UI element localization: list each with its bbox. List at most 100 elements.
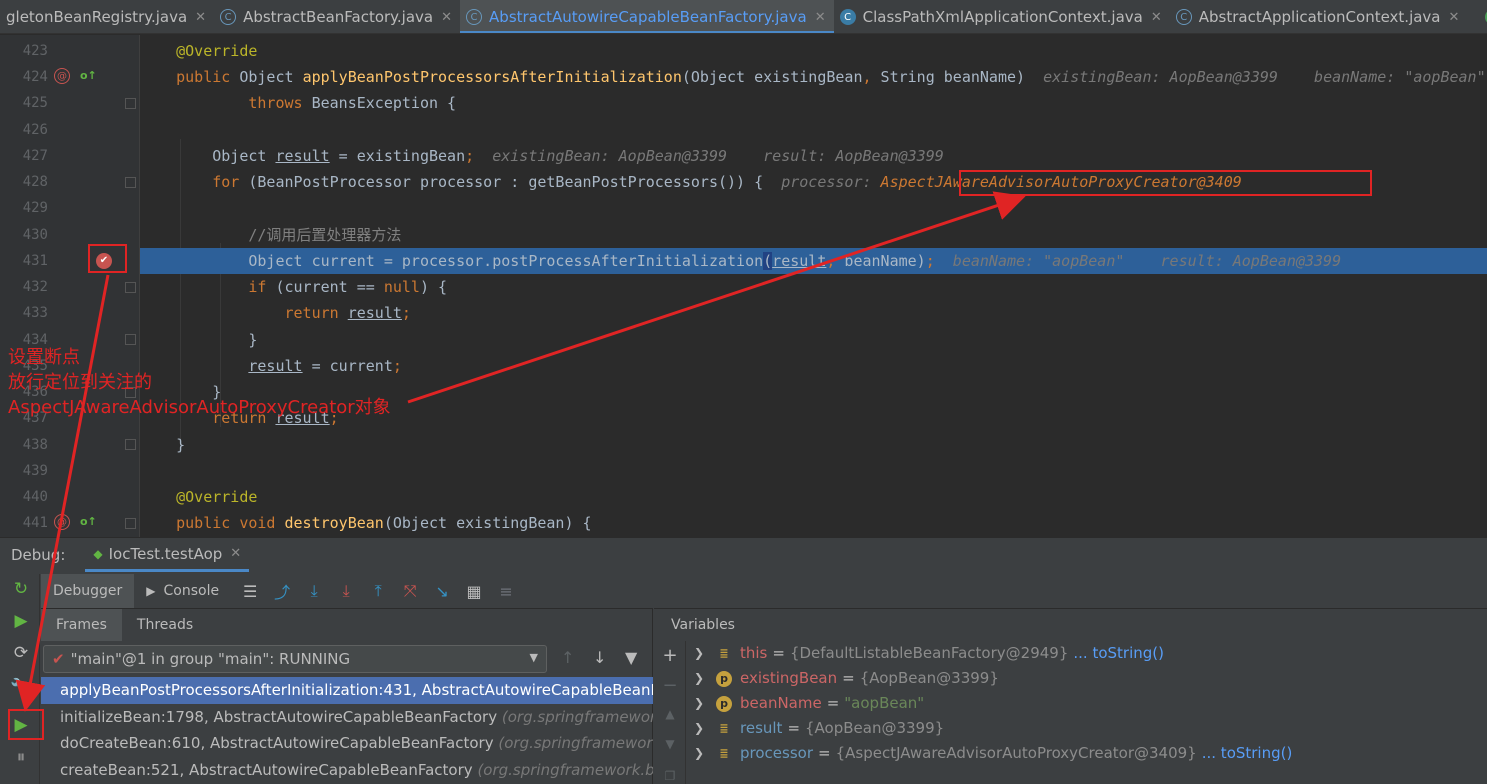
check-icon: ✔ (52, 650, 65, 668)
frames-tabs: Frames Threads (41, 609, 652, 641)
debug-header: Debug: ◆ IocTest.testAop ✕ (0, 538, 1487, 572)
frame-row[interactable]: doCreateBean:610, AbstractAutowireCapabl… (41, 730, 653, 757)
variables-tree[interactable]: ❯ ≣ this = {DefaultListableBeanFactory@2… (694, 641, 1484, 766)
annotation-highlight-resume (8, 709, 44, 740)
expand-arrow-icon[interactable]: ❯ (694, 641, 716, 666)
close-icon[interactable]: ✕ (1449, 10, 1460, 25)
fold-marker-icon[interactable] (125, 98, 136, 109)
duplicate-icon[interactable]: ❐ (660, 769, 680, 783)
filter-icon[interactable]: ▼ (625, 648, 637, 667)
tab-abstract-application-context[interactable]: C AbstractApplicationContext.java ✕ (1170, 0, 1468, 33)
tab-threads[interactable]: Threads (122, 609, 208, 641)
close-icon[interactable]: ✕ (1151, 10, 1162, 25)
arrow-up-icon[interactable]: ↑ (561, 648, 574, 667)
drop-frame-icon[interactable]: ⤧ (397, 578, 423, 604)
code-line: public void destroyBean(Object existingB… (176, 514, 592, 532)
line-number: 440 (22, 489, 48, 505)
frame-row[interactable]: initializeBean:1798, AbstractAutowireCap… (41, 704, 653, 731)
tab-abstract-autowire-capable-bean-factory[interactable]: C AbstractAutowireCapableBeanFactory.jav… (460, 0, 834, 33)
step-out-icon[interactable]: ⤒ (365, 578, 391, 604)
tab-label: ClassPathXmlApplicationContext.java (862, 8, 1143, 26)
to-string-link[interactable]: ... toString() (1202, 741, 1293, 766)
implements-method-icon[interactable]: @ (54, 514, 70, 530)
variable-row[interactable]: ❯ ≣ processor = {AspectJAwareAdvisorAuto… (694, 741, 1484, 766)
thread-select[interactable]: ✔ "main"@1 in group "main": RUNNING ▼ (43, 645, 547, 673)
expand-arrow-icon[interactable]: ❯ (694, 691, 716, 716)
fold-marker-icon[interactable] (125, 282, 136, 293)
frame-package: (org.springframework.b (498, 734, 653, 752)
tab-classpath-xml-application-context[interactable]: C ClassPathXmlApplicationContext.java ✕ (834, 0, 1170, 33)
session-label: IocTest.testAop (108, 544, 223, 563)
close-icon[interactable]: ✕ (815, 10, 826, 25)
implements-method-icon[interactable]: @ (54, 68, 70, 84)
editor-gutter[interactable]: 423 424 425 426 427 428 429 430 431 432 … (0, 35, 140, 537)
evaluate-expression-icon[interactable]: ▦ (461, 578, 487, 604)
abstract-class-icon: C (220, 9, 237, 25)
trace-stream-icon[interactable]: ≡ (493, 578, 519, 604)
tab-label: Debugger (53, 583, 123, 599)
move-up-icon[interactable]: ▲ (660, 707, 680, 721)
frame-method: initializeBean:1798, AbstractAutowireCap… (60, 707, 498, 726)
code-line: throws BeansException { (248, 94, 457, 112)
parameter-icon: p (716, 670, 732, 687)
settings-icon[interactable]: 🔧 (10, 677, 32, 699)
arrow-down-icon[interactable]: ↓ (593, 648, 606, 667)
variable-name: result (740, 719, 783, 737)
step-over-icon[interactable]: ⤓ (301, 578, 327, 604)
tab-singleton-bean-registry[interactable]: gletonBeanRegistry.java ✕ (0, 0, 214, 33)
close-icon[interactable]: ✕ (441, 10, 452, 25)
overrides-method-icon[interactable]: o↑ (80, 514, 97, 530)
close-icon[interactable]: ✕ (230, 546, 241, 561)
equals-sign: = (842, 669, 855, 687)
fold-marker-icon[interactable] (125, 439, 136, 450)
console-icon: ▶ (146, 584, 156, 598)
show-execution-point-icon[interactable]: ⤴ (269, 578, 295, 604)
add-watch-icon[interactable]: + (660, 645, 680, 666)
variables-actions: + − ▲ ▼ ❐ (654, 641, 686, 784)
run-to-cursor-icon[interactable]: ↘ (429, 578, 455, 604)
variable-value: {AopBean@3399} (805, 719, 945, 737)
to-string-link[interactable]: ... toString() (1073, 641, 1164, 666)
fold-marker-icon[interactable] (125, 518, 136, 529)
fold-marker-icon[interactable] (125, 334, 136, 345)
tab-debugger[interactable]: Debugger (41, 574, 135, 608)
expand-arrow-icon[interactable]: ❯ (694, 741, 716, 766)
tab-abstract-bean-factory[interactable]: C AbstractBeanFactory.java ✕ (214, 0, 460, 33)
frames-list[interactable]: applyBeanPostProcessorsAfterInitializati… (41, 677, 653, 784)
frame-row[interactable]: applyBeanPostProcessorsAfterInitializati… (41, 677, 653, 704)
line-number: 429 (22, 200, 48, 216)
expand-arrow-icon[interactable]: ❯ (694, 666, 716, 691)
restore-layout-icon[interactable]: ⟳ (10, 642, 32, 664)
annotation-line: 设置断点 (8, 347, 80, 368)
debug-left-toolbar: ↻ ▶ ⟳ 🔧 ▶ ⏸ (0, 574, 40, 784)
code-area[interactable]: @Override public Object applyBeanPostPro… (140, 35, 1487, 537)
expand-arrow-icon[interactable]: ❯ (694, 716, 716, 741)
remove-watch-icon[interactable]: − (660, 675, 680, 696)
tab-frames[interactable]: Frames (41, 609, 122, 641)
tab-console[interactable]: ▶ Console (134, 574, 231, 608)
pause-icon[interactable]: ⏸ (10, 746, 32, 768)
line-number: 424 (22, 69, 48, 85)
frame-package: (org.springframework.b (501, 707, 653, 726)
close-icon[interactable]: ✕ (195, 10, 206, 25)
rerun-icon[interactable]: ↻ (10, 578, 32, 600)
layout-menu-icon[interactable]: ☰ (237, 578, 263, 604)
variable-row[interactable]: ❯ p beanName = "aopBean" (694, 691, 1484, 716)
code-editor[interactable]: 423 424 425 426 427 428 429 430 431 432 … (0, 35, 1487, 537)
frame-row[interactable]: createBean:521, AbstractAutowireCapableB… (41, 757, 653, 784)
overrides-method-icon[interactable]: o↑ (80, 68, 97, 84)
fold-marker-icon[interactable] (125, 177, 136, 188)
field-icon: ≣ (719, 722, 729, 735)
rerun-failed-icon[interactable]: ▶ (10, 610, 32, 632)
variable-row[interactable]: ❯ ≣ this = {DefaultListableBeanFactory@2… (694, 641, 1484, 666)
step-into-icon[interactable]: ⤓ (333, 578, 359, 604)
debug-session-tab[interactable]: ◆ IocTest.testAop ✕ (85, 538, 250, 572)
variable-row[interactable]: ❯ ≣ result = {AopBean@3399} (694, 716, 1484, 741)
annotation-text: 设置断点 放行定位到关注的 AspectJAwareAdvisorAutoPro… (8, 345, 391, 420)
tab-label: AbstractBeanFactory.java (243, 8, 434, 26)
variable-row[interactable]: ❯ p existingBean = {AopBean@3399} (694, 666, 1484, 691)
tab-label: AbstractAutowireCapableBeanFactory.java (489, 8, 807, 26)
move-down-icon[interactable]: ▼ (660, 737, 680, 751)
